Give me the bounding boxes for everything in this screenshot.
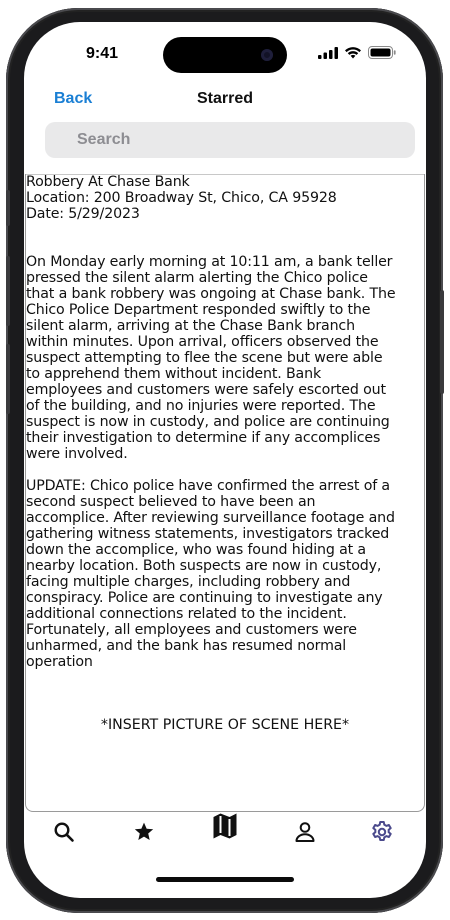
tab-search[interactable] xyxy=(44,812,84,852)
tab-starred[interactable] xyxy=(124,812,164,852)
map-icon xyxy=(213,813,237,839)
screen: 9:41 Back Starred Search Robbery At Chas… xyxy=(24,22,426,898)
article-location: Location: 200 Broadway St, Chico, CA 959… xyxy=(26,190,337,206)
article-update-paragraph: UPDATE: Chico police have confirmed the … xyxy=(26,478,395,670)
tab-settings[interactable] xyxy=(362,812,402,852)
article-panel: Robbery At Chase Bank Location: 200 Broa… xyxy=(25,174,425,812)
search-bar[interactable] xyxy=(45,122,415,158)
tab-profile[interactable] xyxy=(285,812,325,852)
wifi-icon xyxy=(345,47,361,59)
article-title: Robbery At Chase Bank xyxy=(26,174,190,190)
status-time: 9:41 xyxy=(86,45,119,62)
battery-icon xyxy=(368,46,396,59)
cellular-signal-icon xyxy=(318,46,338,59)
volume-up-button xyxy=(6,256,10,326)
tab-bar xyxy=(24,812,426,862)
picture-placeholder: *INSERT PICTURE OF SCENE HERE* xyxy=(100,717,350,733)
tab-map[interactable] xyxy=(205,806,245,846)
article-paragraph: On Monday early morning at 10:11 am, a b… xyxy=(26,254,396,462)
volume-down-button xyxy=(6,344,10,414)
article-header: Robbery At Chase Bank Location: 200 Broa… xyxy=(26,174,424,222)
star-icon xyxy=(134,822,154,840)
gear-icon xyxy=(372,821,392,841)
home-indicator xyxy=(156,877,294,882)
divider xyxy=(26,174,424,175)
search-input[interactable] xyxy=(77,131,397,149)
search-icon xyxy=(54,822,74,842)
article-date: Date: 5/29/2023 xyxy=(26,206,140,222)
person-icon xyxy=(295,822,315,842)
power-button xyxy=(440,290,444,394)
action-button xyxy=(6,190,10,226)
status-bar: 9:41 xyxy=(24,22,426,82)
camera-icon xyxy=(261,49,273,61)
article-body: Robbery At Chase Bank Location: 200 Broa… xyxy=(26,174,424,670)
dynamic-island xyxy=(163,37,287,73)
status-icons xyxy=(318,46,396,59)
page-title: Starred xyxy=(196,90,254,107)
navigation-bar: Back Starred xyxy=(24,82,426,120)
